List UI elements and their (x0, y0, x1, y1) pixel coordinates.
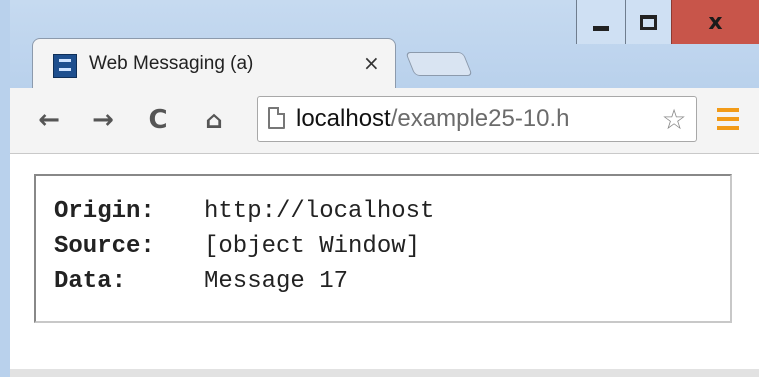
minimize-button[interactable] (576, 0, 625, 44)
source-value: [object Window] (204, 233, 421, 260)
address-bar[interactable]: localhost/example25-10.h ☆ (257, 96, 697, 142)
data-value: Message 17 (204, 268, 349, 295)
close-icon: x (708, 9, 723, 35)
url-text: localhost/example25-10.h (296, 105, 570, 133)
source-label: Source: (54, 233, 155, 260)
hamburger-menu-icon[interactable] (717, 108, 739, 130)
minimize-icon (593, 25, 609, 31)
arrow-left-icon: ← (38, 105, 60, 135)
title-bar: Web Messaging (a) × x (0, 0, 759, 90)
browser-window: Web Messaging (a) × x ← → C ⌂ localhost/… (0, 0, 759, 377)
home-button[interactable]: ⌂ (197, 102, 231, 138)
origin-value: http://localhost (204, 198, 435, 225)
window-frame (0, 0, 10, 377)
page-icon (268, 107, 285, 129)
forward-button[interactable]: → (86, 102, 120, 138)
browser-toolbar: ← → C ⌂ localhost/example25-10.h ☆ (10, 88, 759, 154)
data-label: Data: (54, 268, 127, 295)
url-path: /example25-10.h (390, 105, 570, 132)
new-tab-button[interactable] (405, 52, 473, 76)
page-content: Origin: http://localhost Source: [object W… (10, 154, 759, 377)
reload-button[interactable]: C (141, 102, 175, 138)
home-icon: ⌂ (205, 106, 223, 134)
origin-row: Origin: http://localhost (54, 198, 434, 225)
tab-close-icon[interactable]: × (363, 51, 380, 75)
source-row: Source: [object Window] (54, 233, 420, 260)
tab-web-messaging[interactable]: Web Messaging (a) × (32, 38, 396, 90)
url-host: localhost (296, 105, 391, 132)
tab-title: Web Messaging (a) (89, 53, 254, 74)
arrow-right-icon: → (92, 105, 114, 135)
menu-line (717, 108, 739, 112)
window-controls: x (576, 0, 759, 44)
close-window-button[interactable]: x (671, 0, 759, 44)
data-row: Data: Message 17 (54, 268, 348, 295)
page-favicon-icon (53, 54, 77, 78)
menu-line (717, 126, 739, 130)
maximize-icon (640, 14, 657, 30)
origin-label: Origin: (54, 198, 155, 225)
message-output-box: Origin: http://localhost Source: [object W… (34, 174, 732, 323)
reload-icon: C (148, 105, 168, 135)
maximize-button[interactable] (625, 0, 671, 44)
back-button[interactable]: ← (32, 102, 66, 138)
menu-line (717, 117, 739, 121)
bookmark-star-icon[interactable]: ☆ (658, 101, 690, 137)
